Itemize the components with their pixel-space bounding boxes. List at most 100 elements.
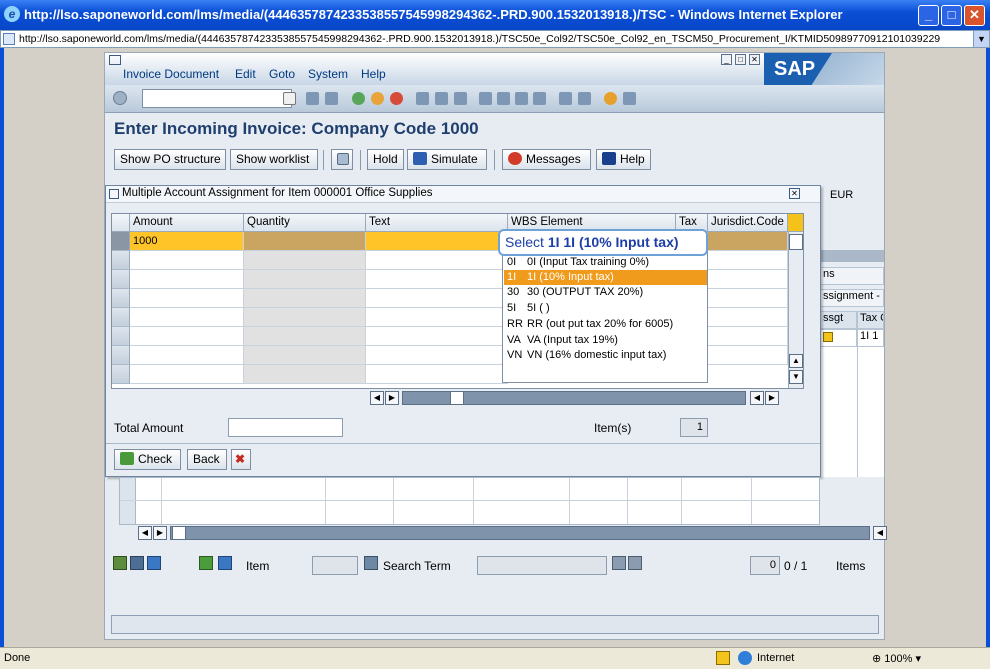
quantity-cell[interactable] [244, 270, 366, 289]
jurisdiction-cell[interactable] [708, 346, 788, 365]
find-next-icon[interactable] [628, 556, 642, 570]
dropdown-option-1i[interactable]: 1I 1I (10% Input tax) [504, 270, 707, 285]
popup-blocked-icon[interactable] [716, 651, 730, 665]
exit-icon[interactable] [371, 92, 384, 105]
quantity-cell[interactable] [244, 308, 366, 327]
print-icon[interactable] [199, 556, 213, 570]
vertical-scrollbar[interactable]: ▲ ▼ [788, 232, 803, 388]
filter-icon[interactable] [218, 556, 232, 570]
zoom-label[interactable]: ⊕ 100% ▾ [872, 652, 921, 665]
details-icon[interactable] [113, 556, 127, 570]
menu-goto[interactable]: Goto [269, 67, 295, 81]
row-selector[interactable] [112, 232, 130, 251]
scroll-left-icon[interactable]: ◀ [873, 526, 887, 540]
last-page-icon[interactable] [533, 92, 546, 105]
menu-edit[interactable]: Edit [235, 67, 256, 81]
jurisdiction-cell[interactable] [708, 289, 788, 308]
text-cell[interactable] [366, 270, 508, 289]
row-selector[interactable] [112, 327, 130, 346]
amount-cell[interactable] [130, 251, 244, 270]
find-icon[interactable] [612, 556, 626, 570]
row-selector[interactable] [112, 289, 130, 308]
amount-cell[interactable] [130, 289, 244, 308]
amount-cell[interactable] [130, 308, 244, 327]
minimize-icon[interactable]: _ [918, 5, 939, 26]
jurisdiction-cell[interactable] [708, 270, 788, 289]
page-field[interactable]: 0 [750, 556, 780, 575]
total-amount-field[interactable] [228, 418, 343, 437]
chevron-down-icon[interactable]: ▼ [973, 31, 989, 47]
close-icon[interactable]: ✕ [749, 54, 760, 65]
jurisdiction-cell[interactable] [708, 308, 788, 327]
dropdown-option-0i[interactable]: 0I 0I (Input Tax training 0%) [504, 255, 707, 270]
dropdown-option-30[interactable]: 30 30 (OUTPUT TAX 20%) [504, 285, 707, 300]
column-quantity[interactable]: Quantity [244, 214, 366, 232]
restore-icon[interactable]: □ [735, 54, 746, 65]
quantity-cell[interactable] [244, 346, 366, 365]
scroll-right-icon[interactable]: ▶ [765, 391, 779, 405]
find-next-icon[interactable] [454, 92, 467, 105]
scroll-up-icon[interactable]: ▲ [789, 354, 803, 368]
column-amount[interactable]: Amount [130, 214, 244, 232]
dropdown-option-va[interactable]: VA VA (Input tax 19%) [504, 333, 707, 348]
scroll-left-icon[interactable]: ◀ [750, 391, 764, 405]
dropdown-option-vn[interactable]: VN VN (16% domestic input tax) [504, 348, 707, 363]
text-cell[interactable] [366, 327, 508, 346]
simulate-button[interactable]: Simulate [407, 149, 487, 170]
shortcut-icon[interactable] [578, 92, 591, 105]
refresh-icon[interactable] [147, 556, 161, 570]
item-field[interactable] [312, 556, 358, 575]
find-icon[interactable] [435, 92, 448, 105]
layout-icon[interactable] [130, 556, 144, 570]
back-button[interactable]: Back [187, 449, 227, 470]
cancel-icon[interactable] [390, 92, 403, 105]
check-button[interactable]: Check [114, 449, 181, 470]
column-text[interactable]: Text [366, 214, 508, 232]
row-selector[interactable] [112, 308, 130, 327]
minimize-icon[interactable]: _ [721, 54, 732, 65]
hold-button[interactable]: Hold [367, 149, 404, 170]
scroll-thumb[interactable] [450, 391, 464, 405]
quantity-cell[interactable] [244, 232, 366, 251]
quantity-cell[interactable] [244, 327, 366, 346]
horizontal-scrollbar[interactable]: ◀ ▶ ◀ ▶ [370, 390, 782, 406]
row-selector[interactable] [112, 346, 130, 365]
jurisdiction-cell[interactable] [708, 232, 788, 251]
amount-cell[interactable] [130, 270, 244, 289]
layout-icon[interactable] [623, 92, 636, 105]
menu-invoice-document[interactable]: Invoice Document [123, 67, 219, 81]
background-hscrollbar[interactable]: ◀ ▶ ◀ [138, 526, 887, 541]
print-icon[interactable] [416, 92, 429, 105]
save-icon[interactable] [325, 92, 338, 105]
scroll-left-icon[interactable]: ◀ [138, 526, 152, 540]
text-cell[interactable] [366, 232, 508, 251]
menu-system[interactable]: System [308, 67, 348, 81]
next-page-icon[interactable] [515, 92, 528, 105]
assign-arrow-icon[interactable] [820, 329, 857, 347]
command-history-icon[interactable] [283, 92, 296, 105]
dropdown-option-rr[interactable]: RR RR (out put tax 20% for 6005) [504, 317, 707, 332]
quantity-cell[interactable] [244, 365, 366, 384]
close-icon[interactable]: ✕ [964, 5, 985, 26]
row-selector[interactable] [112, 365, 130, 384]
sap-menu-icon[interactable] [109, 55, 121, 65]
cancel-button[interactable]: ✖ [231, 449, 251, 470]
dropdown-option-5i[interactable]: 5I 5I ( ) [504, 301, 707, 316]
select-all-header[interactable] [112, 214, 130, 232]
amount-cell[interactable] [130, 365, 244, 384]
new-session-icon[interactable] [559, 92, 572, 105]
address-bar[interactable]: http://lso.saponeworld.com/lms/media/(44… [0, 30, 990, 48]
search-term-field[interactable] [477, 556, 607, 575]
text-cell[interactable] [366, 308, 508, 327]
column-settings-icon[interactable] [788, 214, 803, 232]
close-icon[interactable]: ✕ [789, 188, 800, 199]
amount-cell[interactable] [130, 346, 244, 365]
show-worklist-button[interactable]: Show worklist [230, 149, 318, 170]
first-page-icon[interactable] [479, 92, 492, 105]
menu-help[interactable]: Help [361, 67, 386, 81]
search-term-icon[interactable] [364, 556, 378, 570]
help-icon[interactable] [604, 92, 617, 105]
scroll-track[interactable] [170, 526, 870, 540]
previous-page-icon[interactable] [497, 92, 510, 105]
quantity-cell[interactable] [244, 289, 366, 308]
